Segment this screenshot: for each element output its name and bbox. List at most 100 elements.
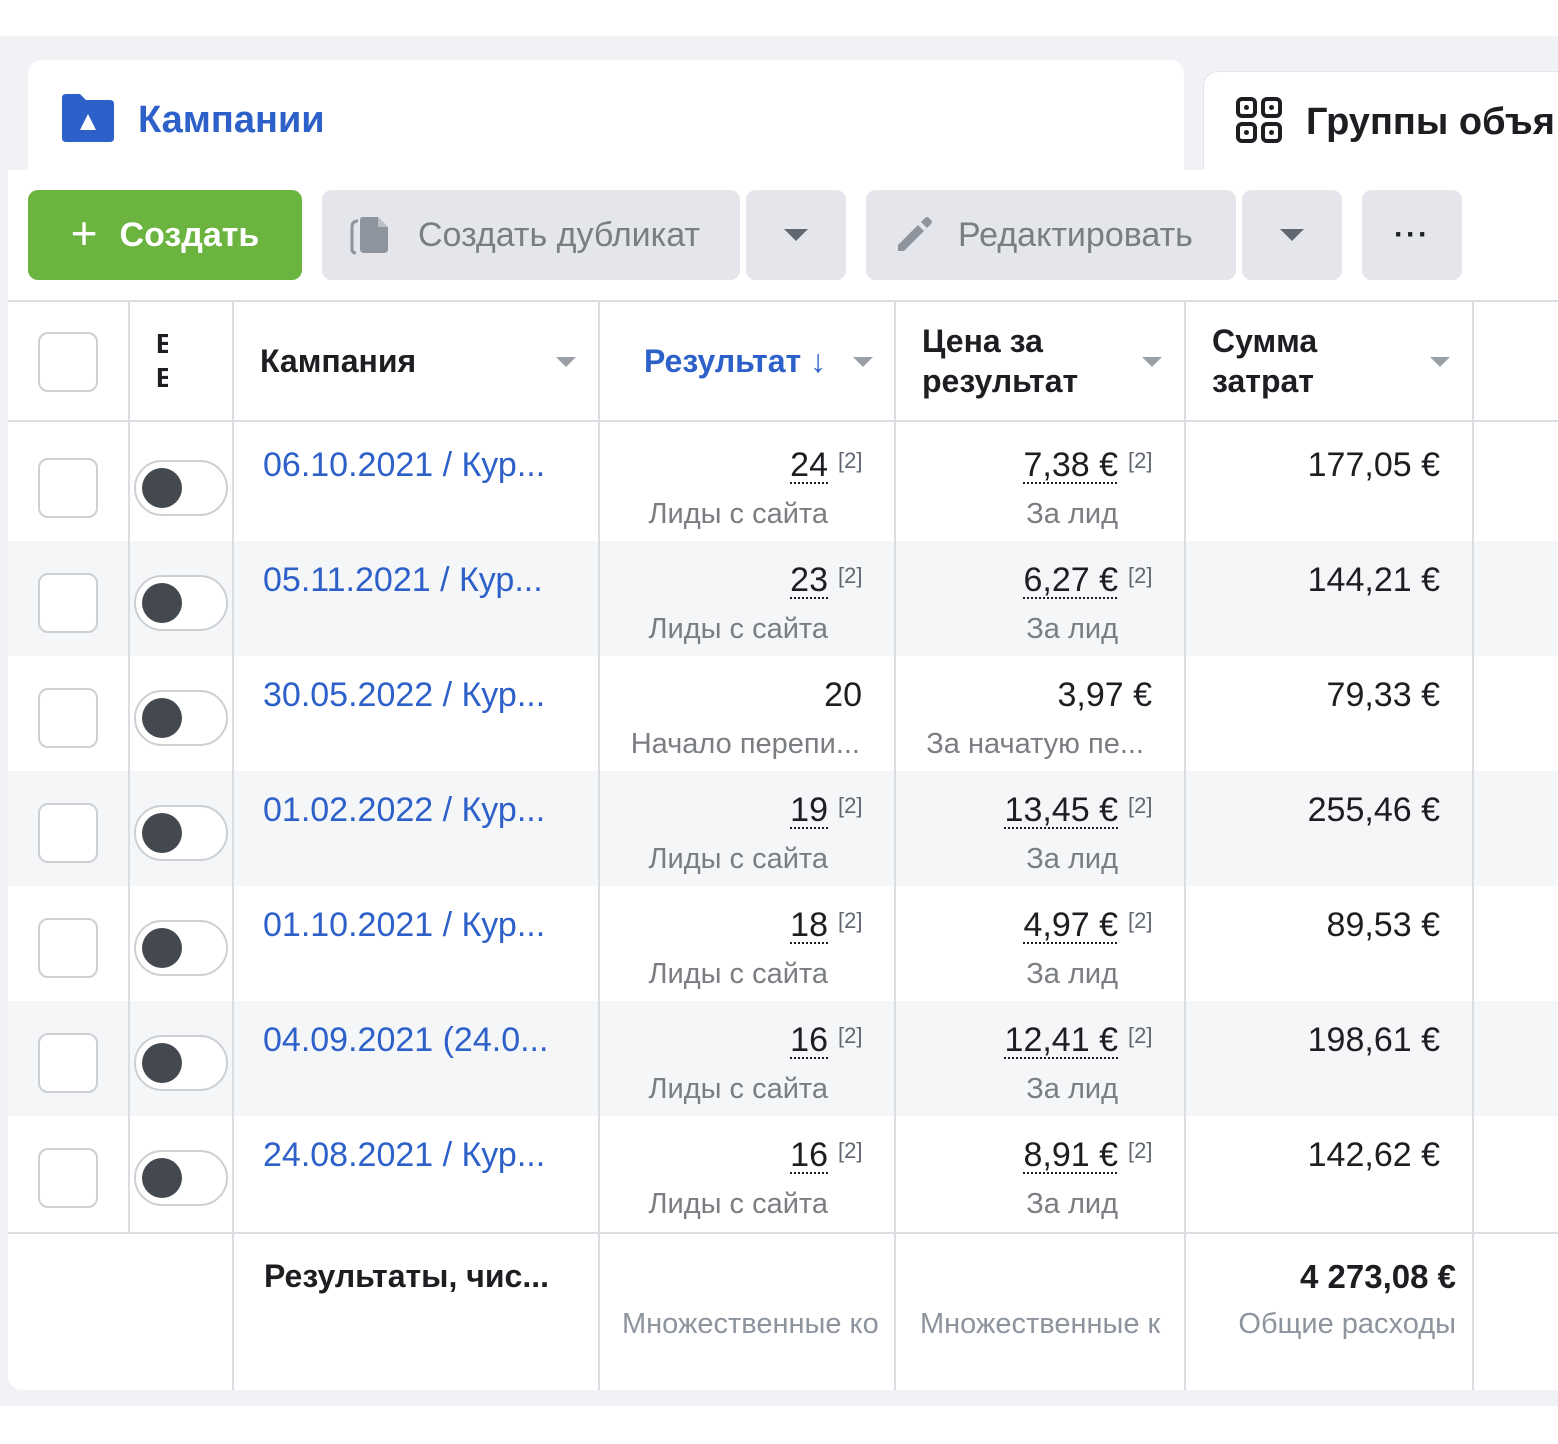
- campaign-toggle[interactable]: [134, 575, 228, 631]
- duplicate-button-label: Создать дубликат: [418, 215, 701, 254]
- cost-footnote: [2]: [1128, 908, 1153, 933]
- campaign-name-link[interactable]: 04.09.2021 (24.0...: [263, 1021, 548, 1060]
- edit-button[interactable]: Редактировать: [866, 190, 1236, 280]
- footer-cost-note: Множественные к: [920, 1308, 1161, 1340]
- chevron-down-icon[interactable]: [556, 357, 576, 367]
- column-header-campaign[interactable]: Кампания: [260, 302, 416, 420]
- result-value[interactable]: 18: [790, 906, 828, 945]
- cost-per-result-label: За лид: [1026, 1073, 1118, 1105]
- result-footnote: [2]: [838, 563, 863, 588]
- spend-value: 142,62 €: [1307, 1136, 1440, 1174]
- spend-value: 144,21 €: [1307, 561, 1440, 599]
- campaign-name-link[interactable]: 06.10.2021 / Кур...: [263, 446, 545, 485]
- cost-footnote: [2]: [1128, 563, 1153, 588]
- campaign-name-link[interactable]: 05.11.2021 / Кур...: [263, 561, 543, 600]
- result-footnote: [2]: [838, 1023, 863, 1048]
- cost-per-result-label: За начатую пе...: [926, 728, 1144, 760]
- col-divider: [1472, 300, 1474, 1390]
- row-checkbox[interactable]: [38, 458, 98, 518]
- cost-per-result-value[interactable]: 13,45 €: [1005, 791, 1118, 830]
- campaign-toggle[interactable]: [134, 920, 228, 976]
- more-options-button[interactable]: ···: [1362, 190, 1462, 280]
- edit-dropdown-button[interactable]: [1242, 190, 1342, 280]
- footer-top-border: [8, 1232, 1558, 1234]
- chevron-down-icon: [1280, 229, 1304, 241]
- result-value[interactable]: 24: [790, 446, 828, 485]
- result-label: Лиды с сайта: [648, 1188, 828, 1220]
- campaign-toggle[interactable]: [134, 805, 228, 861]
- toggle-knob: [142, 698, 182, 738]
- chevron-down-icon: [784, 229, 808, 241]
- column-header-status[interactable]: E E: [156, 302, 176, 420]
- row-checkbox[interactable]: [38, 1148, 98, 1208]
- result-value[interactable]: 16: [790, 1021, 828, 1060]
- column-header-cost-label-1: Цена за: [922, 323, 1043, 359]
- spend-value: 255,46 €: [1307, 791, 1440, 829]
- campaign-toggle[interactable]: [134, 690, 228, 746]
- cost-per-result-value: 3,97 €: [1057, 676, 1152, 714]
- result-label: Лиды с сайта: [648, 613, 828, 645]
- cost-per-result-label: За лид: [1026, 498, 1118, 530]
- folder-flag-icon: [60, 92, 116, 149]
- column-header-status-label: E E: [156, 328, 168, 393]
- row-checkbox[interactable]: [38, 803, 98, 863]
- col-divider: [1184, 300, 1186, 1390]
- result-value[interactable]: 23: [790, 561, 828, 600]
- copy-icon: [350, 215, 394, 255]
- spend-value: 177,05 €: [1307, 446, 1440, 484]
- select-all-checkbox[interactable]: [38, 332, 98, 392]
- campaign-toggle[interactable]: [134, 1035, 228, 1091]
- campaign-name-link[interactable]: 01.10.2021 / Кур...: [263, 906, 545, 945]
- col-divider: [232, 300, 234, 1390]
- chevron-down-icon[interactable]: [1142, 357, 1162, 367]
- toggle-knob: [142, 1043, 182, 1083]
- campaign-name-link[interactable]: 01.02.2022 / Кур...: [263, 791, 545, 830]
- tab-ad-groups[interactable]: Группы объя: [1204, 72, 1558, 172]
- pencil-icon: [894, 215, 934, 255]
- tab-campaigns-label: Кампании: [138, 98, 325, 141]
- duplicate-dropdown-button[interactable]: [746, 190, 846, 280]
- cost-footnote: [2]: [1128, 1023, 1153, 1048]
- toggle-knob: [142, 468, 182, 508]
- row-checkbox[interactable]: [38, 688, 98, 748]
- cost-per-result-value[interactable]: 6,27 €: [1023, 561, 1118, 600]
- campaign-name-link[interactable]: 24.08.2021 / Кур...: [263, 1136, 545, 1175]
- more-icon: ···: [1394, 218, 1430, 251]
- column-header-campaign-label: Кампания: [260, 343, 417, 379]
- result-value[interactable]: 16: [790, 1136, 828, 1175]
- row-checkbox[interactable]: [38, 1033, 98, 1093]
- spend-value: 79,33 €: [1326, 676, 1440, 714]
- row-checkbox[interactable]: [38, 918, 98, 978]
- footer-total-spend-label: Общие расходы: [1238, 1308, 1456, 1340]
- cost-per-result-value[interactable]: 8,91 €: [1023, 1136, 1118, 1175]
- campaign-name-link[interactable]: 30.05.2022 / Кур...: [263, 676, 545, 715]
- result-footnote: [2]: [838, 908, 863, 933]
- cost-footnote: [2]: [1128, 1138, 1153, 1163]
- create-button[interactable]: + Создать: [28, 190, 302, 280]
- toggle-knob: [142, 813, 182, 853]
- column-header-cost-per-result[interactable]: Цена за результат: [922, 302, 1078, 420]
- column-header-spend-label-1: Сумма: [1212, 323, 1318, 359]
- spend-value: 89,53 €: [1326, 906, 1440, 944]
- column-header-spend[interactable]: Сумма затрат: [1212, 302, 1317, 420]
- column-header-result[interactable]: Результат ↓: [644, 302, 826, 420]
- campaign-toggle[interactable]: [134, 460, 228, 516]
- col-divider: [128, 300, 130, 1232]
- chevron-down-icon[interactable]: [1430, 357, 1450, 367]
- cost-per-result-label: За лид: [1026, 1188, 1118, 1220]
- row-checkbox[interactable]: [38, 573, 98, 633]
- cost-per-result-value[interactable]: 4,97 €: [1023, 906, 1118, 945]
- campaign-toggle[interactable]: [134, 1150, 228, 1206]
- tab-campaigns[interactable]: Кампании: [28, 60, 1184, 180]
- result-value[interactable]: 19: [790, 791, 828, 830]
- cost-footnote: [2]: [1128, 448, 1153, 473]
- cost-per-result-value[interactable]: 7,38 €: [1023, 446, 1118, 485]
- chevron-down-icon[interactable]: [853, 357, 873, 367]
- cost-footnote: [2]: [1128, 793, 1153, 818]
- footer-result-note: Множественные ко: [622, 1308, 879, 1340]
- column-header-spend-label-2: затрат: [1212, 363, 1314, 399]
- cost-per-result-value[interactable]: 12,41 €: [1005, 1021, 1118, 1060]
- result-label: Лиды с сайта: [648, 843, 828, 875]
- duplicate-button[interactable]: Создать дубликат: [322, 190, 740, 280]
- grid-icon: [1236, 96, 1282, 148]
